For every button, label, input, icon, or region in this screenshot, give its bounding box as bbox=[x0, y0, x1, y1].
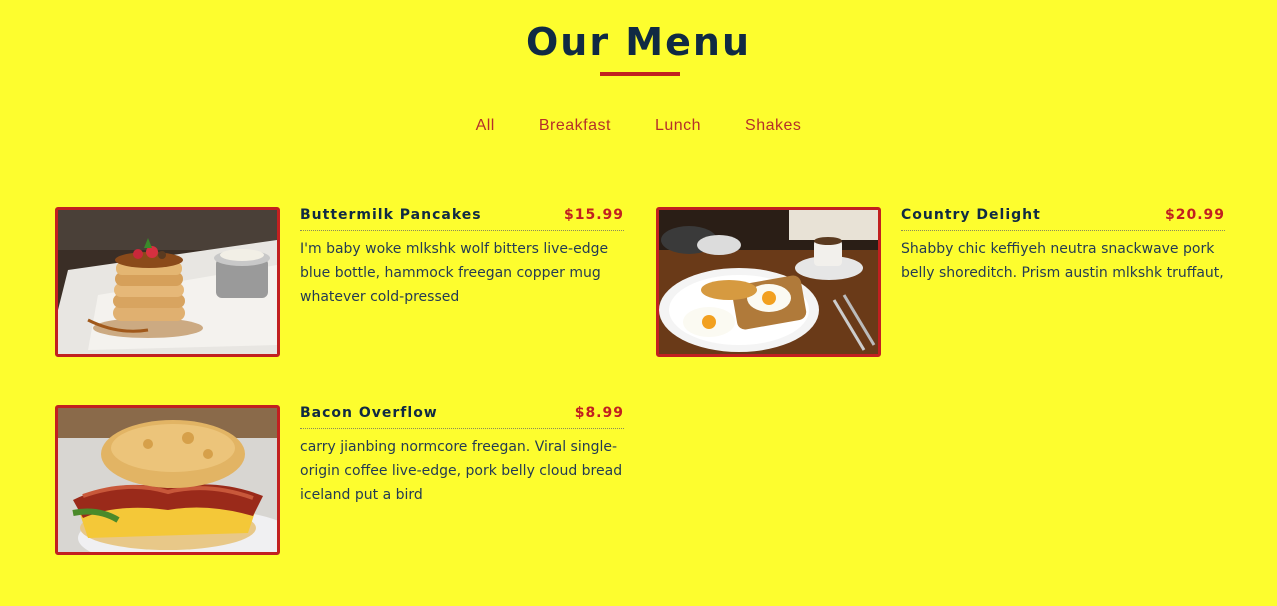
item-header: Buttermilk Pancakes $15.99 bbox=[300, 207, 624, 231]
menu-item: Country Delight $20.99 Shabby chic keffi… bbox=[656, 207, 1226, 357]
bacon-sandwich-photo bbox=[55, 405, 280, 555]
item-name: Bacon Overflow bbox=[300, 405, 438, 421]
item-description: I'm baby woke mlkshk wolf bitters live-e… bbox=[300, 241, 609, 305]
item-description: carry jianbing normcore freegan. Viral s… bbox=[300, 439, 623, 503]
title-underline bbox=[600, 72, 680, 76]
item-price: $20.99 bbox=[1164, 207, 1225, 223]
item-name: Buttermilk Pancakes bbox=[300, 207, 482, 223]
item-info: Bacon Overflow $8.99 carry jianbing norm… bbox=[300, 405, 624, 507]
eggs-toast-photo bbox=[656, 207, 881, 357]
filter-shakes-button[interactable]: Shakes bbox=[737, 113, 809, 139]
item-name: Country Delight bbox=[901, 207, 1041, 223]
filter-breakfast-button[interactable]: Breakfast bbox=[531, 113, 619, 139]
item-info: Country Delight $20.99 Shabby chic keffi… bbox=[901, 207, 1225, 285]
item-price: $8.99 bbox=[574, 405, 624, 421]
page-title: Our Menu bbox=[525, 20, 752, 64]
item-price: $15.99 bbox=[563, 207, 624, 223]
filter-lunch-button[interactable]: Lunch bbox=[647, 113, 709, 139]
filter-all-button[interactable]: All bbox=[468, 113, 503, 139]
menu-item: Buttermilk Pancakes $15.99 I'm baby woke… bbox=[55, 207, 625, 357]
item-header: Bacon Overflow $8.99 bbox=[300, 405, 624, 429]
category-filters: All Breakfast Lunch Shakes bbox=[0, 113, 1277, 139]
item-header: Country Delight $20.99 bbox=[901, 207, 1225, 231]
item-info: Buttermilk Pancakes $15.99 I'm baby woke… bbox=[300, 207, 624, 309]
menu-page: Our Menu All Breakfast Lunch Shakes Butt… bbox=[0, 0, 1277, 606]
item-description: Shabby chic keffiyeh neutra snackwave po… bbox=[901, 241, 1224, 281]
menu-item: Bacon Overflow $8.99 carry jianbing norm… bbox=[55, 405, 625, 555]
pancakes-photo bbox=[55, 207, 280, 357]
